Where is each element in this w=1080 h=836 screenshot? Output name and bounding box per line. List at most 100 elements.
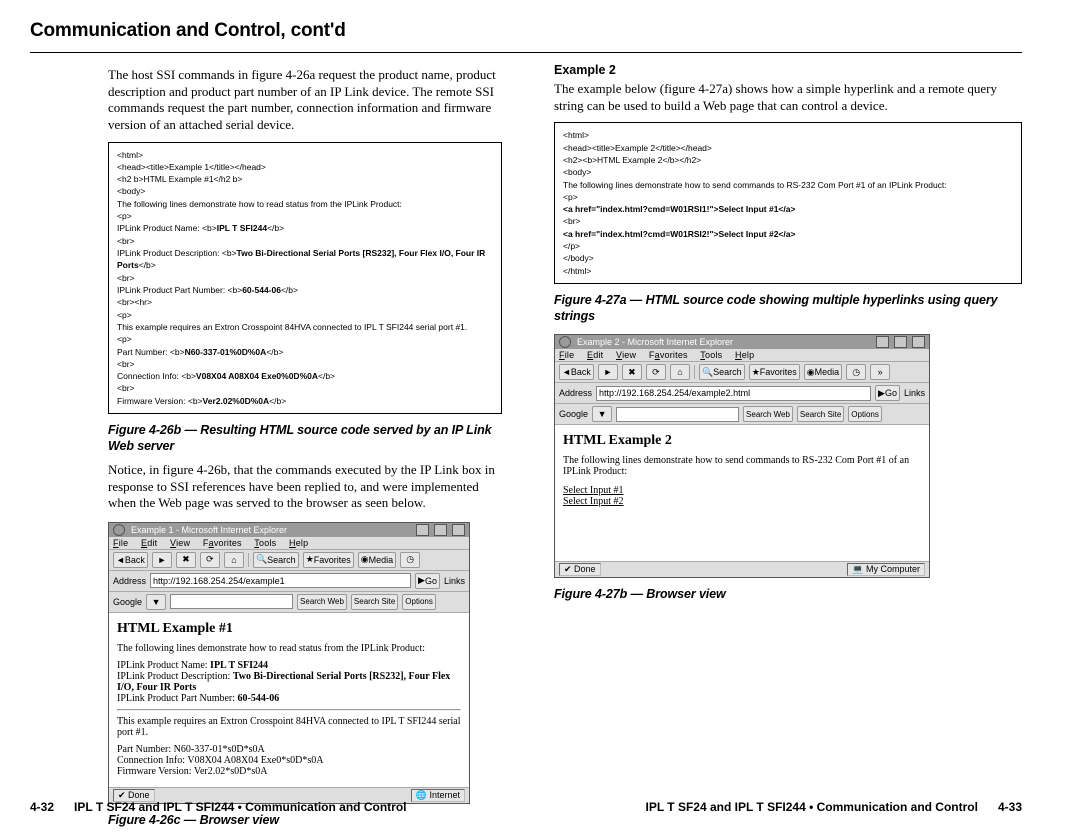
minimize-button[interactable]: [876, 336, 889, 348]
footer-text-left: IPL T SF24 and IPL T SFI244 • Communicat…: [74, 800, 406, 814]
caption-4-26c: Figure 4-26c — Browser view: [108, 812, 502, 828]
maximize-button[interactable]: [434, 524, 447, 536]
page-link-1[interactable]: Select Input #1: [563, 485, 624, 496]
code-line: <body>: [117, 185, 493, 197]
go-button[interactable]: ▶ Go: [415, 573, 440, 589]
browser-addressbar: Address ▶ Go Links: [555, 383, 929, 404]
menu-favorites[interactable]: Favorites: [203, 538, 242, 548]
code-line: The following lines demonstrate how to s…: [563, 179, 1013, 191]
close-button[interactable]: [452, 524, 465, 536]
code-line: <head><title>Example 2</title></head>: [563, 142, 1013, 154]
code-line: <p>: [563, 191, 1013, 203]
options-button[interactable]: Options: [848, 406, 882, 422]
ie-icon: [113, 524, 125, 536]
address-input[interactable]: [150, 573, 411, 588]
back-button[interactable]: ◄ Back: [113, 552, 148, 568]
media-button[interactable]: ◉ Media: [804, 364, 842, 380]
page-text: IPLink Product Name: IPL T SFI244: [117, 660, 461, 671]
code-line: IPLink Product Description: <b>Two Bi-Di…: [117, 247, 493, 272]
browser-menubar: FFileile Edit View Favorites Tools Help: [109, 537, 469, 550]
history-button[interactable]: ◷: [400, 552, 420, 568]
menu-edit[interactable]: Edit: [587, 350, 603, 360]
search-web-button[interactable]: Search Web: [297, 594, 347, 610]
forward-button[interactable]: ►: [598, 364, 618, 380]
google-dropdown[interactable]: ▼: [592, 406, 612, 422]
overflow-button[interactable]: »: [870, 364, 890, 380]
history-button[interactable]: ◷: [846, 364, 866, 380]
ie-icon: [559, 336, 571, 348]
google-search-input[interactable]: [170, 594, 293, 609]
menu-tools[interactable]: Tools: [700, 350, 722, 360]
options-button[interactable]: Options: [402, 594, 436, 610]
code-line: <h2><b>HTML Example 2</b></h2>: [563, 154, 1013, 166]
refresh-button[interactable]: ⟳: [200, 552, 220, 568]
page-number-left: 4-32: [30, 800, 54, 814]
menu-favorites[interactable]: Favorites: [649, 350, 688, 360]
home-button[interactable]: ⌂: [670, 364, 690, 380]
page-footer: 4-32 IPL T SF24 and IPL T SFI244 • Commun…: [0, 800, 1080, 814]
menu-help[interactable]: Help: [289, 538, 308, 548]
search-button[interactable]: 🔍 Search: [699, 364, 745, 380]
menu-view[interactable]: View: [170, 538, 190, 548]
code-line: This example requires an Extron Crosspoi…: [117, 321, 493, 333]
code-line: <p>: [117, 210, 493, 222]
maximize-button[interactable]: [894, 336, 907, 348]
menu-help[interactable]: Help: [735, 350, 754, 360]
address-input[interactable]: [596, 386, 871, 401]
favorites-button[interactable]: ★ Favorites: [749, 364, 800, 380]
menu-edit[interactable]: Edit: [141, 538, 157, 548]
code-line: <html>: [117, 149, 493, 161]
code-line: <br>: [563, 215, 1013, 227]
code-line: <a href="index.html?cmd=W01RSI1!">Select…: [563, 203, 1013, 215]
search-web-button[interactable]: Search Web: [743, 406, 793, 422]
menu-view[interactable]: View: [616, 350, 636, 360]
browser-toolbar: ◄ Back ► ✖ ⟳ ⌂ 🔍 Search ★ Favorites ◉ Me…: [555, 362, 929, 383]
browser-menubar: File Edit View Favorites Tools Help: [555, 349, 929, 362]
links-label[interactable]: Links: [444, 576, 465, 586]
search-site-button[interactable]: Search Site: [797, 406, 844, 422]
links-label[interactable]: Links: [904, 388, 925, 398]
page-title: Communication and Control, cont'd: [30, 20, 1022, 46]
search-button[interactable]: 🔍 Search: [253, 552, 299, 568]
page-heading: HTML Example 2: [563, 433, 921, 449]
refresh-button[interactable]: ⟳: [646, 364, 666, 380]
minimize-button[interactable]: [416, 524, 429, 536]
back-button[interactable]: ◄ Back: [559, 364, 594, 380]
google-search-input[interactable]: [616, 407, 739, 422]
favorites-button[interactable]: ★ Favorites: [303, 552, 354, 568]
go-button[interactable]: ▶ Go: [875, 385, 900, 401]
search-site-button[interactable]: Search Site: [351, 594, 398, 610]
code-line: Part Number: <b>N60-337-01%0D%0A</b>: [117, 346, 493, 358]
forward-button[interactable]: ►: [152, 552, 172, 568]
page-text: The following lines demonstrate how to r…: [117, 643, 461, 654]
stop-button[interactable]: ✖: [176, 552, 196, 568]
browser-addressbar: Address ▶ Go Links: [109, 571, 469, 592]
right-intro: The example below (figure 4-27a) shows h…: [554, 81, 1022, 114]
page-link-2[interactable]: Select Input #2: [563, 496, 624, 507]
caption-4-27a: Figure 4-27a — HTML source code showing …: [554, 292, 1022, 324]
browser-window-2: Example 2 - Microsoft Internet Explorer …: [554, 334, 930, 578]
window-title: Example 2 - Microsoft Internet Explorer: [577, 337, 733, 347]
code-line: Connection Info: <b>V08X04 A08X04 Exe0%0…: [117, 370, 493, 382]
code-line: </html>: [563, 265, 1013, 277]
stop-button[interactable]: ✖: [622, 364, 642, 380]
page-heading: HTML Example #1: [117, 621, 461, 637]
left-intro: The host SSI commands in figure 4-26a re…: [108, 67, 502, 134]
browser-viewport: HTML Example 2 The following lines demon…: [555, 425, 929, 561]
code-line: <br><hr>: [117, 296, 493, 308]
menu-tools[interactable]: Tools: [254, 538, 276, 548]
menu-file[interactable]: FFileile: [113, 538, 128, 548]
home-button[interactable]: ⌂: [224, 552, 244, 568]
page-number-right: 4-33: [998, 800, 1022, 814]
close-button[interactable]: [912, 336, 925, 348]
media-button[interactable]: ◉ Media: [358, 552, 396, 568]
code-4-26b: <html> <head><title>Example 1</title></h…: [108, 142, 502, 415]
browser-titlebar: Example 1 - Microsoft Internet Explorer: [109, 523, 469, 537]
google-label: Google: [113, 597, 142, 607]
google-dropdown[interactable]: ▼: [146, 594, 166, 610]
status-zone: 💻 My Computer: [847, 563, 925, 576]
content-divider: [117, 709, 461, 711]
browser-statusbar: ✔ Done 💻 My Computer: [555, 561, 929, 577]
menu-file[interactable]: File: [559, 350, 574, 360]
code-line: <br>: [117, 272, 493, 284]
